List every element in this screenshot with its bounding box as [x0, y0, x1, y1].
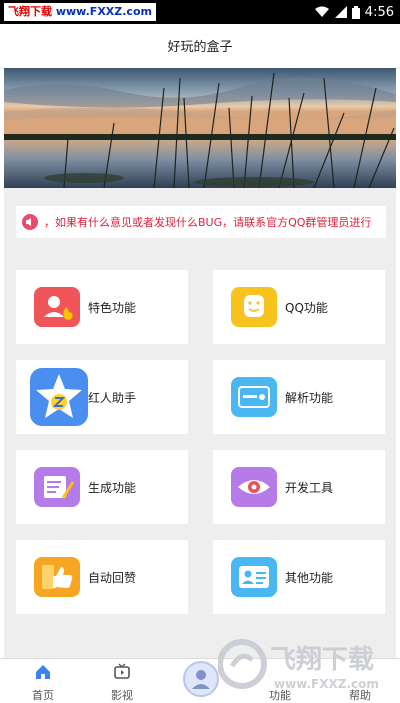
qq-face-icon: [231, 287, 277, 327]
feature-label: 生成功能: [88, 481, 137, 495]
id-card-icon: [231, 557, 277, 597]
wifi-icon: [314, 6, 329, 17]
feature-card-devtools[interactable]: 开发工具: [213, 450, 385, 524]
tv-icon: [114, 663, 130, 679]
user-fire-icon: [34, 287, 80, 327]
notice-marquee[interactable]: ，如果有什么意见或者发现什么BUG，请联系官方QQ群管理员进行: [16, 206, 386, 238]
feature-card-generate[interactable]: 生成功能: [16, 450, 188, 524]
note-pen-icon: [34, 467, 80, 507]
feature-label: 解析功能: [285, 391, 334, 405]
feature-card-other[interactable]: 其他功能: [213, 540, 385, 614]
notice-text: ，如果有什么意见或者发现什么BUG，请联系官方QQ群管理员进行: [44, 216, 372, 229]
feature-card-special[interactable]: 特色功能: [16, 270, 188, 344]
svg-text:www.FXXZ.com: www.FXXZ.com: [274, 677, 379, 691]
tab-label: 首页: [32, 689, 54, 702]
feature-label: 其他功能: [285, 571, 334, 585]
feature-label: 开发工具: [285, 481, 334, 495]
star-z-icon: [30, 368, 88, 426]
feature-card-autolike[interactable]: 自动回赞: [16, 540, 188, 614]
status-bar: 飞翔下载 www.FXXZ.com 4:56: [0, 0, 400, 24]
feature-label: 特色功能: [88, 301, 137, 315]
center-profile-button[interactable]: [183, 661, 219, 697]
feature-label: 自动回赞: [88, 571, 137, 585]
feature-card-qq[interactable]: QQ功能: [213, 270, 385, 344]
title-bar: 好玩的盒子: [0, 24, 400, 69]
feature-label: 红人助手: [88, 391, 137, 405]
svg-text:飞翔下载: 飞翔下载: [270, 645, 374, 675]
lake-reeds-image: [4, 68, 396, 188]
watermark-left-text: 飞翔下载: [8, 5, 52, 18]
eye-icon: [231, 467, 277, 507]
watermark-badge: 飞翔下载 www.FXXZ.com: [4, 3, 156, 21]
tab-label: 影视: [111, 689, 133, 702]
battery-icon: [351, 5, 360, 19]
feature-card-parse[interactable]: 解析功能: [213, 360, 385, 434]
page-title: 好玩的盒子: [167, 40, 233, 55]
feature-label: QQ功能: [285, 301, 328, 315]
fxxz-watermark-logo: 飞翔下载 www.FXXZ.com: [217, 636, 394, 698]
status-icons: 4:56: [314, 0, 394, 24]
tab-home[interactable]: 首页: [13, 659, 73, 703]
status-time: 4:56: [364, 4, 394, 20]
home-icon: [36, 665, 50, 679]
tab-video[interactable]: 影视: [92, 659, 152, 703]
thumb-up-icon: [34, 557, 80, 597]
signal-icon: [334, 6, 347, 18]
feature-card-redman[interactable]: 红人助手: [16, 360, 188, 434]
card-icon: [231, 377, 277, 417]
speaker-icon: [22, 214, 38, 230]
banner-image[interactable]: [4, 68, 396, 188]
watermark-right-text: www.FXXZ.com: [55, 5, 152, 18]
main-content: ，如果有什么意见或者发现什么BUG，请联系官方QQ群管理员进行 特色功能 QQ功…: [4, 188, 396, 658]
avatar-icon: [192, 670, 210, 689]
